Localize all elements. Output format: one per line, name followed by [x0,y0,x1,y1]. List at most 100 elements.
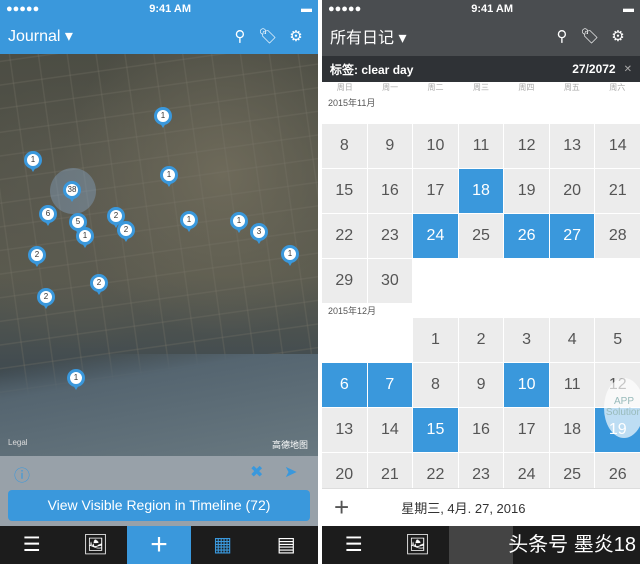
tag-icon[interactable]: 🏷 [254,27,282,45]
day-cell[interactable]: 23 [367,214,413,258]
day-cell[interactable]: 13 [549,124,595,168]
day-cell[interactable]: 17 [504,408,549,452]
calendar-icon[interactable]: ▤ [254,526,318,564]
map-pin[interactable]: 1 [230,212,248,233]
journal-selector[interactable]: Journal ▾ [8,26,226,46]
map-pin[interactable]: 1 [67,369,85,390]
legal-link[interactable]: Legal [8,438,28,447]
day-cell[interactable]: 25 [458,214,504,258]
info-icon[interactable]: ⓘ [14,462,30,486]
empty-day-cell [549,259,595,303]
day-cell[interactable]: 3 [504,318,549,362]
week-row: 22 23 24 25 26 27 28 [322,214,640,258]
day-cell[interactable]: 28 [595,214,640,258]
location-arrow-icon[interactable]: ➤ [284,462,297,482]
day-cell[interactable]: 18 [458,169,504,213]
day-cell[interactable]: 9 [458,363,504,407]
map-pin[interactable]: 1 [154,107,172,128]
day-cell[interactable]: 30 [367,259,413,303]
day-cell[interactable]: 13 [322,408,367,452]
battery-icon: ▬ [300,3,312,15]
map-pin[interactable]: 1 [281,245,299,266]
day-cell[interactable]: 7 [367,363,413,407]
tag-icon[interactable]: 🏷 [576,27,604,45]
week-row: 29 30 [322,259,640,303]
map-pin[interactable]: 1 [76,227,94,248]
day-cell[interactable]: 27 [549,214,595,258]
day-cell[interactable]: 6 [322,363,367,407]
map-view[interactable]: 1 1 38 1 6 5 2 1 2 1 1 3 2 1 2 2 1 [0,54,318,456]
status-bar: ●●●●● 9:41 AM ▬ [0,0,318,18]
tab-bar: ☰ 🖼 + ▦ ▤ [0,526,318,564]
day-cell[interactable]: 26 [504,214,549,258]
day-cell[interactable]: 9 [367,124,413,168]
day-cell[interactable]: 22 [322,214,367,258]
map-pin[interactable]: 2 [37,288,55,309]
view-visible-region-button[interactable]: View Visible Region in Timeline (72) [8,490,310,521]
gear-icon[interactable]: ⚙ [604,27,632,45]
map-pin[interactable]: 6 [39,205,57,226]
signal: ●●●●● [6,3,40,15]
week-row: 15 16 17 18 19 20 21 [322,169,640,213]
day-cell[interactable]: 2 [458,318,504,362]
close-icon[interactable]: ✖ [250,462,263,482]
day-cell[interactable]: 15 [413,408,458,452]
add-entry-icon[interactable]: + [322,492,361,523]
clear-filter-icon[interactable]: ✕ [624,64,632,75]
map-pin[interactable]: 2 [117,221,135,242]
day-cell[interactable]: 14 [595,124,640,168]
add-icon[interactable]: + [127,526,191,564]
gear-icon[interactable]: ⚙ [282,27,310,45]
day-cell[interactable]: 29 [322,259,367,303]
journal-selector[interactable]: 所有日记 ▾ [330,24,548,48]
search-icon[interactable]: ⚲ [548,27,576,45]
month-label: 2015年12月 [322,304,640,318]
add-icon[interactable] [449,526,513,564]
day-cell[interactable]: 20 [549,169,595,213]
map-pin[interactable]: 1 [160,166,178,187]
map-attribution: 高德地图 [272,440,309,450]
header: ●●●●● 9:41 AM ▬ Journal ▾ ⚲ 🏷 ⚙ [0,0,318,54]
day-cell[interactable]: 16 [458,408,504,452]
day-cell[interactable]: 5 [595,318,640,362]
day-cell[interactable]: 8 [413,363,458,407]
weekday-label: 周六 [609,83,626,92]
day-cell[interactable]: 11 [458,124,504,168]
map-pin[interactable]: 2 [28,246,46,267]
day-cell[interactable]: 21 [595,169,640,213]
map-pin[interactable]: 38 [63,181,81,202]
map-icon[interactable]: ▦ [191,526,255,564]
day-cell[interactable]: 1 [413,318,458,362]
page-title: Journal [8,28,61,45]
weekday-label: 周四 [518,83,535,92]
week-row: 8 9 10 11 12 13 14 [322,124,640,168]
map-pin[interactable]: 2 [90,274,108,295]
day-cell[interactable]: 12 [504,124,549,168]
day-cell[interactable]: 17 [413,169,458,213]
battery-icon: ▬ [622,3,634,15]
day-cell[interactable]: 15 [322,169,367,213]
week-row: 13141516171819 [322,408,640,452]
list-icon[interactable]: ☰ [0,526,64,564]
day-cell[interactable]: 14 [367,408,413,452]
photos-icon[interactable]: 🖼 [386,526,450,564]
week-row: 6789101112 [322,363,640,407]
day-cell[interactable]: 10 [504,363,549,407]
empty-day-cell [367,318,413,362]
selected-date: 星期三, 4月. 27, 2016 [401,501,526,516]
day-cell[interactable]: 8 [322,124,367,168]
day-cell[interactable]: 11 [549,363,595,407]
map-pin[interactable]: 1 [24,151,42,172]
map-pin[interactable]: 3 [250,223,268,244]
journal-map-screen: ●●●●● 9:41 AM ▬ Journal ▾ ⚲ 🏷 ⚙ 1 1 38 1 6 5 2 1 2… [0,0,318,564]
photos-icon[interactable]: 🖼 [64,526,128,564]
day-cell[interactable]: 24 [413,214,458,258]
list-icon[interactable]: ☰ [322,526,386,564]
map-pin[interactable]: 1 [180,211,198,232]
search-icon[interactable]: ⚲ [226,27,254,45]
day-cell[interactable]: 4 [549,318,595,362]
day-cell[interactable]: 16 [367,169,413,213]
day-cell[interactable]: 18 [549,408,595,452]
day-cell[interactable]: 19 [504,169,549,213]
day-cell[interactable]: 10 [413,124,458,168]
